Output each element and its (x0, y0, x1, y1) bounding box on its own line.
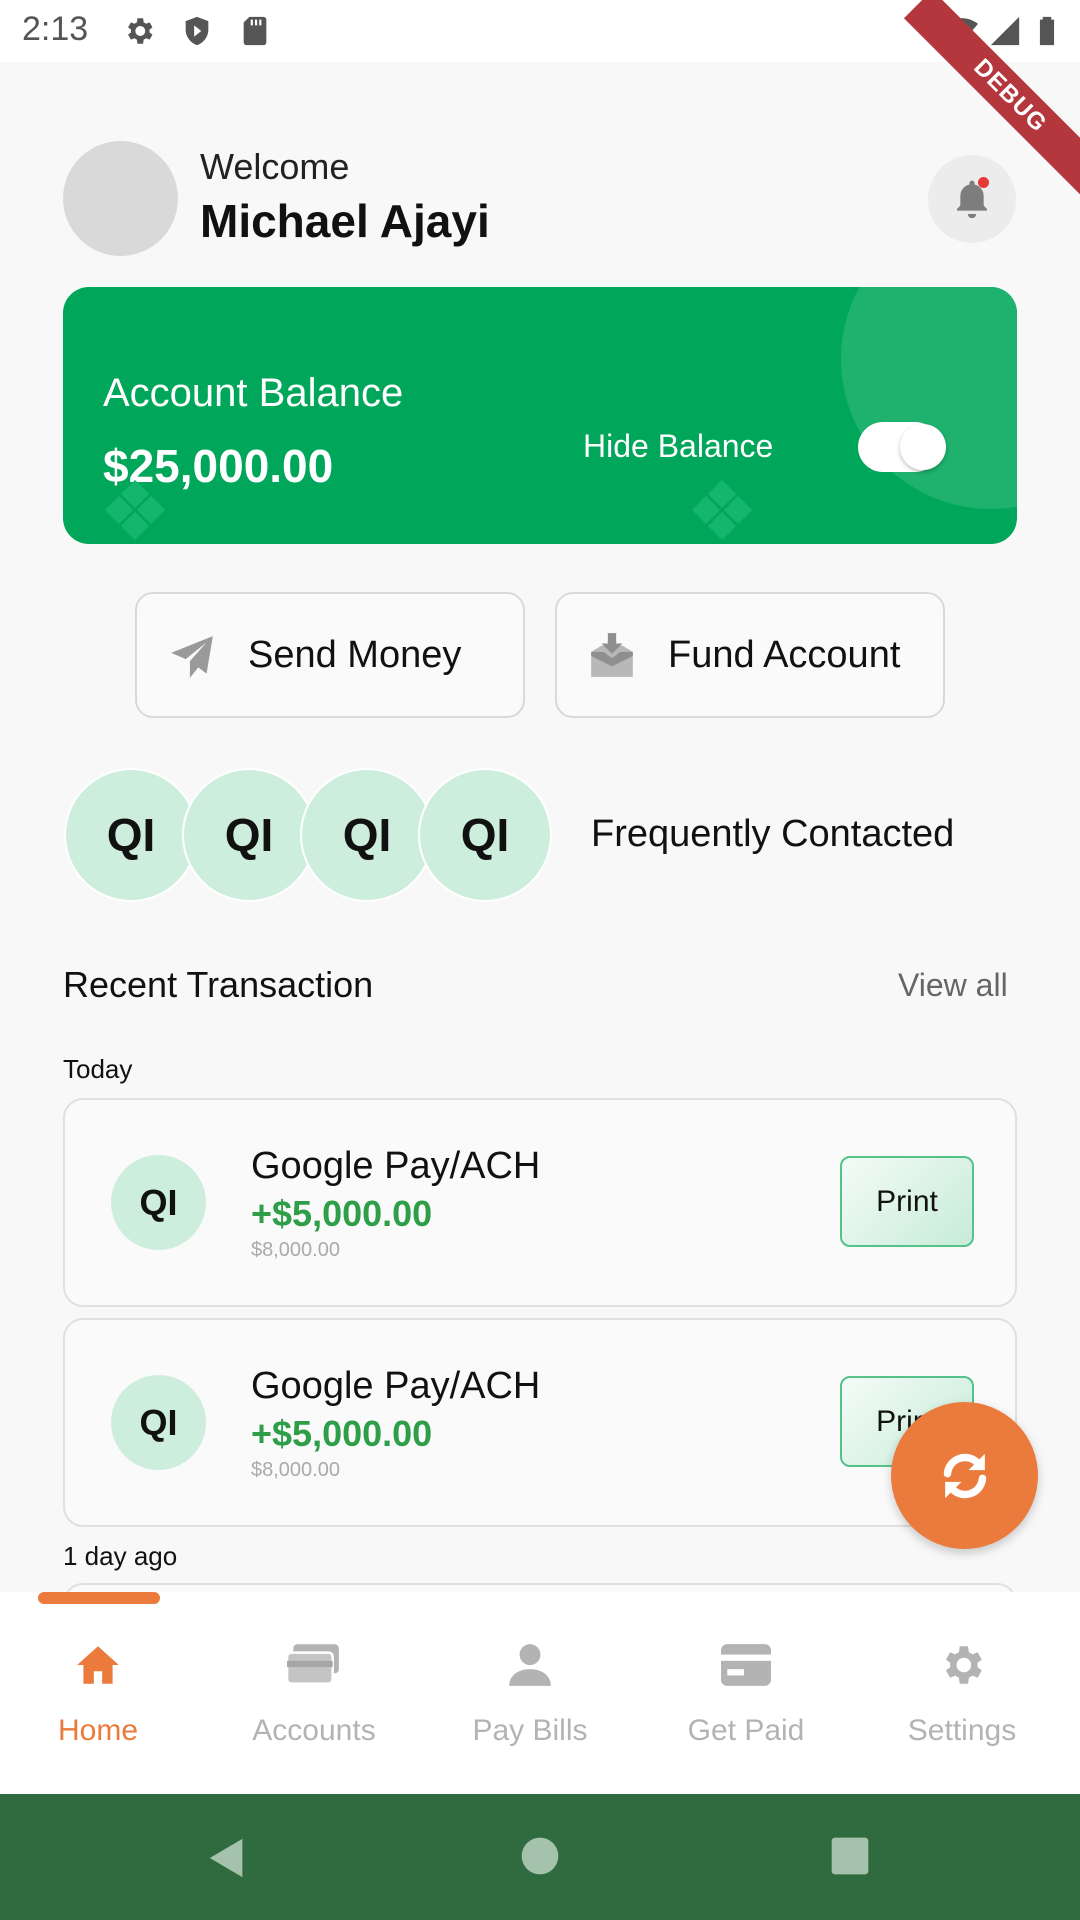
nav-item-accounts[interactable]: Accounts (206, 1640, 422, 1770)
user-name: Michael Ajayi (200, 195, 490, 247)
shield-status-icon (185, 16, 209, 46)
frequent-contact[interactable]: QI (64, 768, 198, 902)
transaction-name: Google Pay/ACH (251, 1145, 541, 1187)
frequent-contact[interactable]: QI (182, 768, 316, 902)
nav-item-settings[interactable]: Settings (854, 1640, 1070, 1770)
recents-icon[interactable] (830, 1836, 870, 1876)
recent-transaction-title: Recent Transaction (63, 964, 374, 1005)
refresh-icon (943, 1453, 987, 1499)
print-button[interactable]: Print (840, 1156, 974, 1247)
frequent-contact[interactable]: QI (300, 768, 434, 902)
card-icon (721, 1644, 771, 1686)
active-tab-indicator (38, 1592, 160, 1604)
paper-plane-icon (171, 636, 213, 678)
transaction-amount: +$5,000.00 (251, 1413, 433, 1454)
frequently-contacted-label: Frequently Contacted (591, 813, 955, 855)
transaction-balance: $8,000.00 (251, 1239, 340, 1261)
notification-dot (978, 177, 989, 188)
nav-label-pay-bills: Pay Bills (472, 1714, 588, 1747)
fund-account-label: Fund Account (668, 634, 901, 676)
welcome-text: Welcome (200, 146, 350, 187)
system-navigation-bar (0, 1794, 1080, 1920)
view-all-link[interactable]: View all (898, 967, 1008, 1004)
nav-item-pay-bills[interactable]: Pay Bills (422, 1640, 638, 1770)
sdcard-status-icon (243, 16, 267, 46)
nav-label-home: Home (57, 1714, 139, 1747)
hide-balance-label: Hide Balance (583, 428, 774, 464)
transaction-avatar: QI (111, 1375, 206, 1470)
nav-item-home[interactable]: Home (0, 1640, 206, 1770)
nav-label-settings: Settings (907, 1714, 1017, 1747)
transaction-card[interactable]: QI Google Pay/ACH +$5,000.00 $8,000.00 P… (63, 1318, 1017, 1527)
transaction-balance: $8,000.00 (251, 1459, 340, 1481)
home-icon (77, 1646, 119, 1684)
send-money-button[interactable]: Send Money (135, 592, 525, 718)
date-group-label: 1 day ago (63, 1541, 178, 1571)
nav-label-get-paid: Get Paid (687, 1714, 805, 1747)
card-decoration (841, 287, 1017, 509)
wallet-icon (285, 1644, 339, 1685)
frequent-contact[interactable]: QI (418, 768, 552, 902)
battery-status-icon (1039, 16, 1055, 46)
notifications-button[interactable] (928, 155, 1016, 243)
person-icon (509, 1644, 551, 1686)
transaction-name: Google Pay/ACH (251, 1365, 541, 1407)
balance-label: Account Balance (103, 371, 404, 415)
refresh-fab[interactable] (891, 1402, 1038, 1549)
fund-account-button[interactable]: Fund Account (555, 592, 945, 718)
inbox-download-icon (591, 633, 633, 677)
transaction-amount: +$5,000.00 (251, 1193, 433, 1234)
send-money-label: Send Money (248, 634, 462, 676)
nav-item-get-paid[interactable]: Get Paid (638, 1640, 854, 1770)
toggle-knob (900, 424, 946, 470)
transaction-avatar: QI (111, 1155, 206, 1250)
transaction-card[interactable]: QI Google Pay/ACH +$5,000.00 $8,000.00 P… (63, 1098, 1017, 1307)
signal-status-icon (990, 16, 1020, 46)
settings-status-icon (128, 18, 153, 44)
status-time: 2:13 (22, 10, 89, 48)
date-group-label: Today (63, 1054, 133, 1084)
nav-label-accounts: Accounts (252, 1714, 376, 1747)
balance-card: Account Balance $25,000.00 Hide Balance (63, 287, 1017, 544)
avatar[interactable] (63, 141, 178, 256)
gear-icon (945, 1646, 982, 1684)
back-icon[interactable] (204, 1834, 250, 1882)
home-circle-icon[interactable] (520, 1836, 560, 1876)
